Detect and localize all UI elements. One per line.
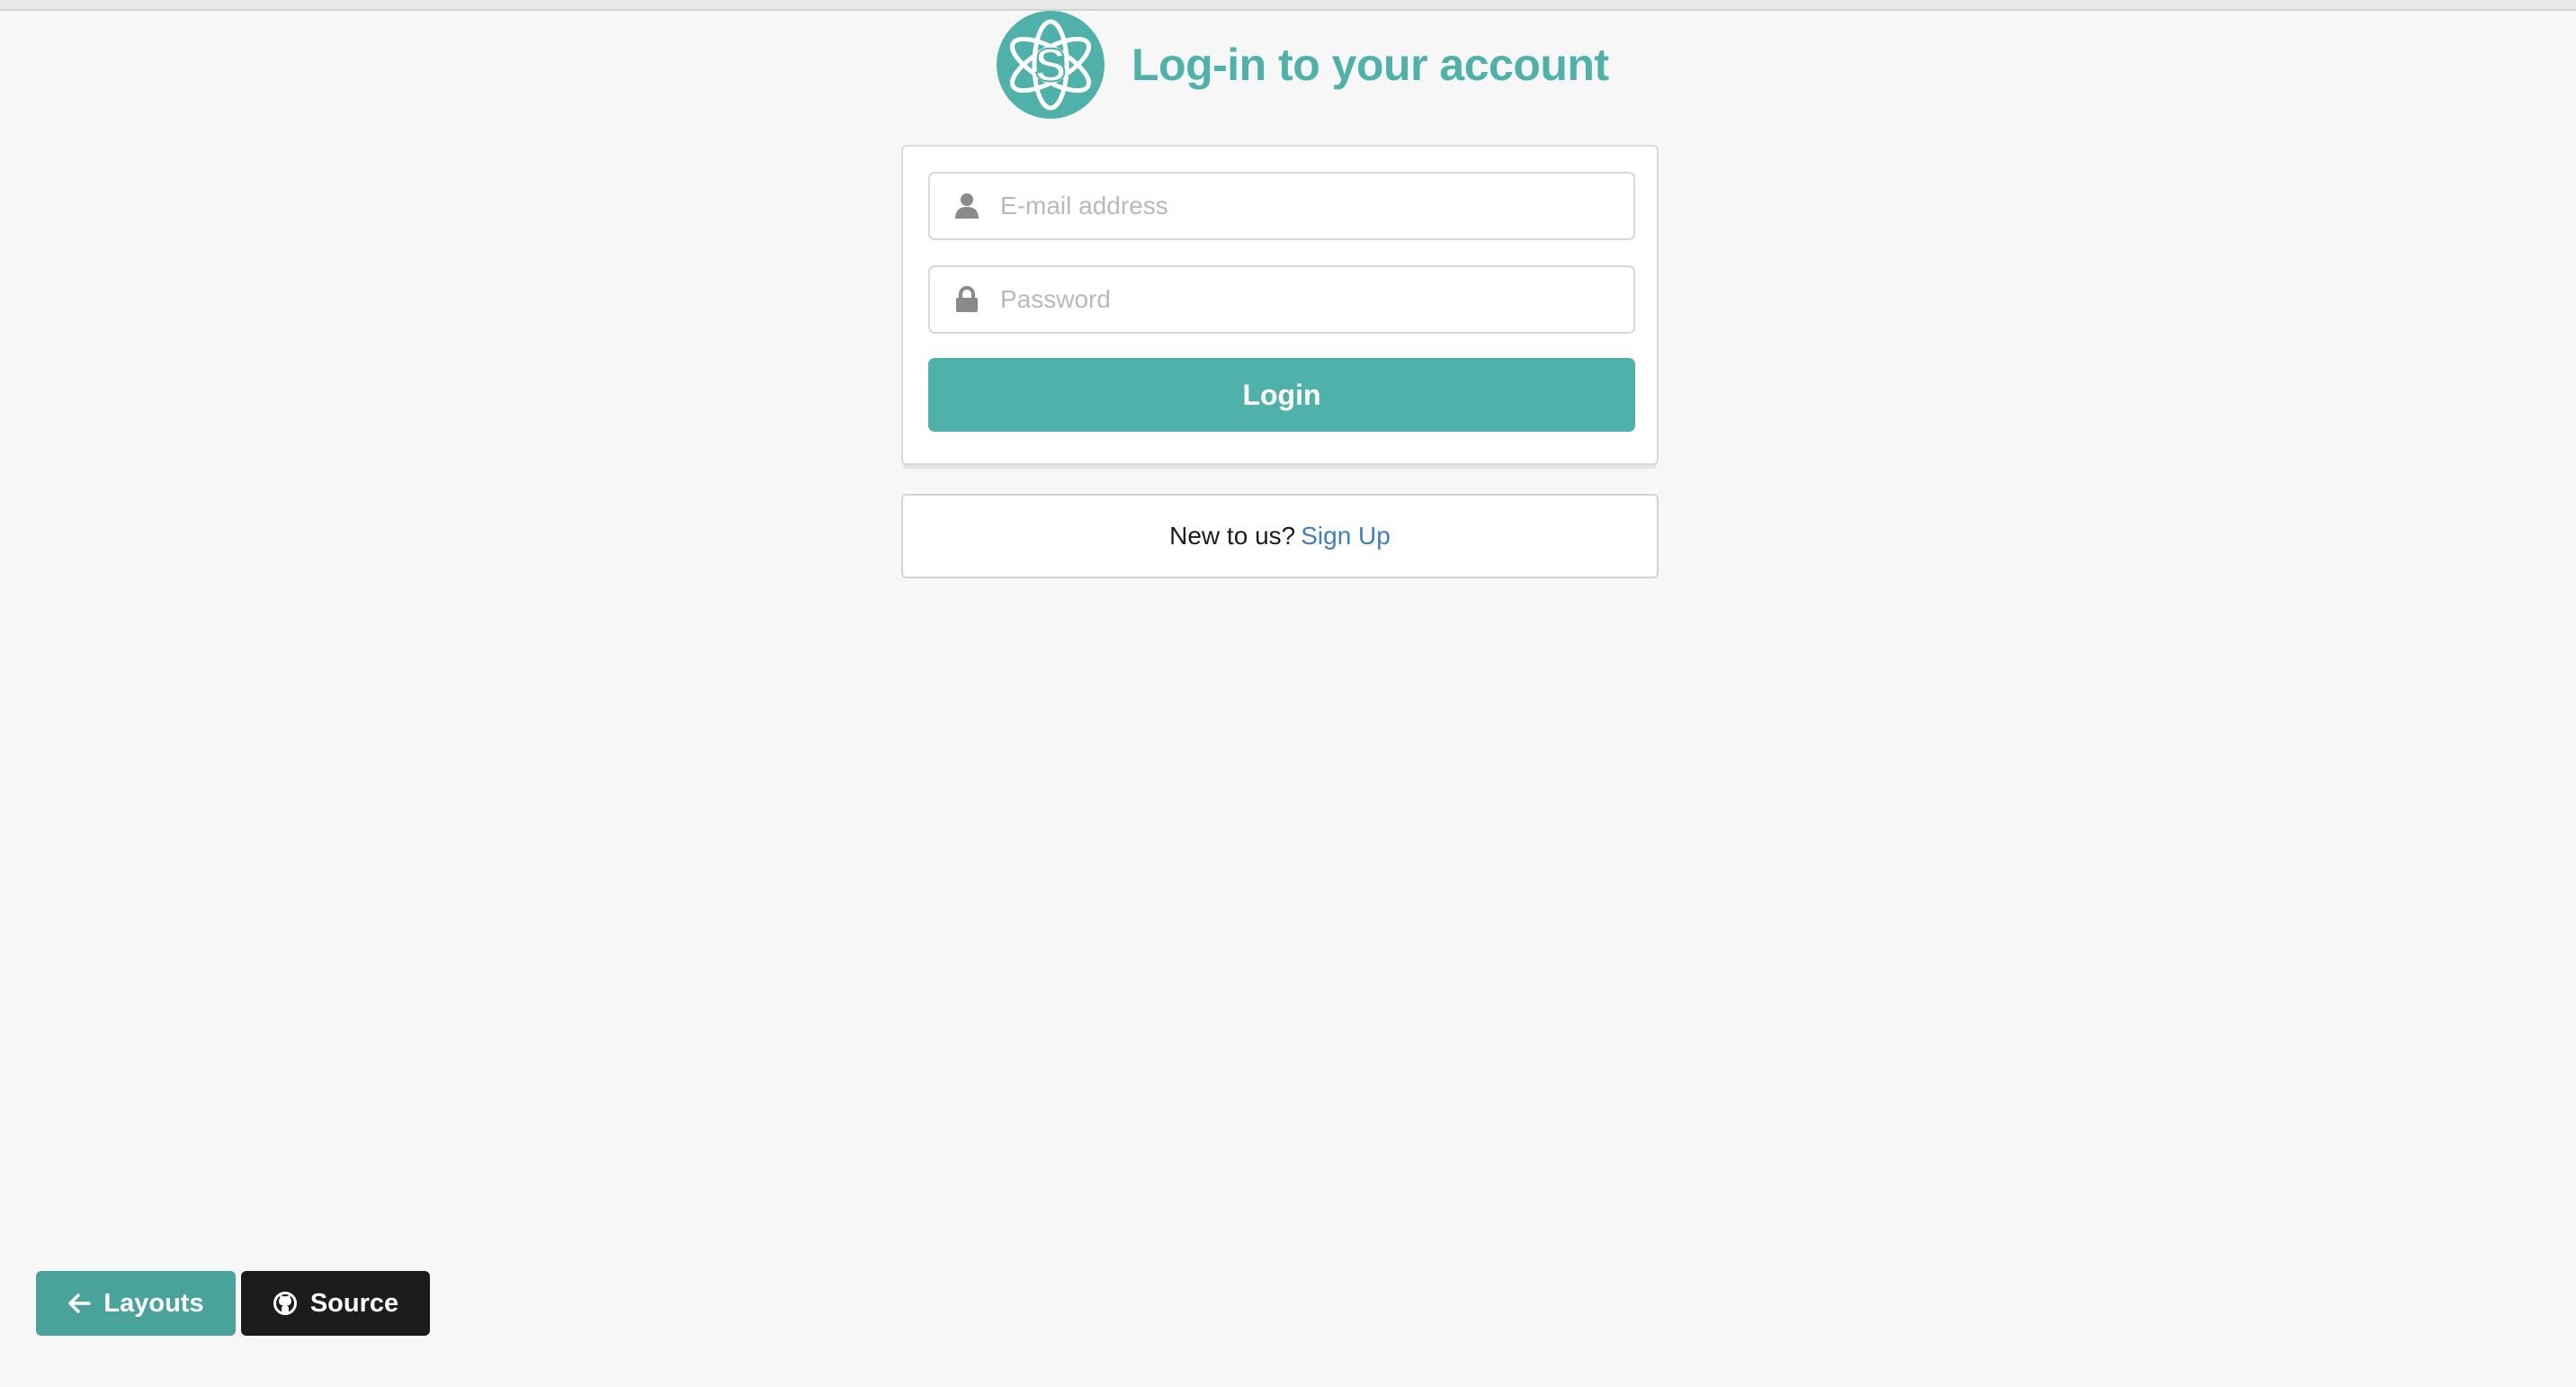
password-field[interactable] [928, 265, 1635, 334]
user-icon [953, 192, 980, 219]
signup-prompt-text: New to us? [1169, 522, 1296, 550]
signup-message: New to us? Sign Up [901, 494, 1659, 578]
page-title: Log-in to your account [1131, 40, 1609, 90]
arrow-left-icon [67, 1292, 92, 1315]
logo-letter: S [1035, 40, 1067, 92]
lock-icon [953, 286, 980, 313]
password-input[interactable] [998, 284, 1614, 315]
sign-up-link[interactable]: Sign Up [1301, 522, 1391, 550]
login-header: S Log-in to your account [997, 11, 1609, 119]
login-button[interactable]: Login [928, 358, 1635, 432]
email-field[interactable] [928, 172, 1635, 240]
source-button-label: Source [309, 1288, 399, 1318]
layouts-button[interactable]: Layouts [36, 1271, 236, 1336]
layouts-button-label: Layouts [103, 1288, 204, 1318]
source-button[interactable]: Source [241, 1271, 430, 1336]
email-input[interactable] [998, 191, 1614, 221]
semantic-atom-logo-icon: S [997, 11, 1105, 119]
login-form-card: Login [901, 145, 1659, 465]
browser-top-bar [0, 0, 2576, 11]
github-icon [273, 1291, 298, 1316]
